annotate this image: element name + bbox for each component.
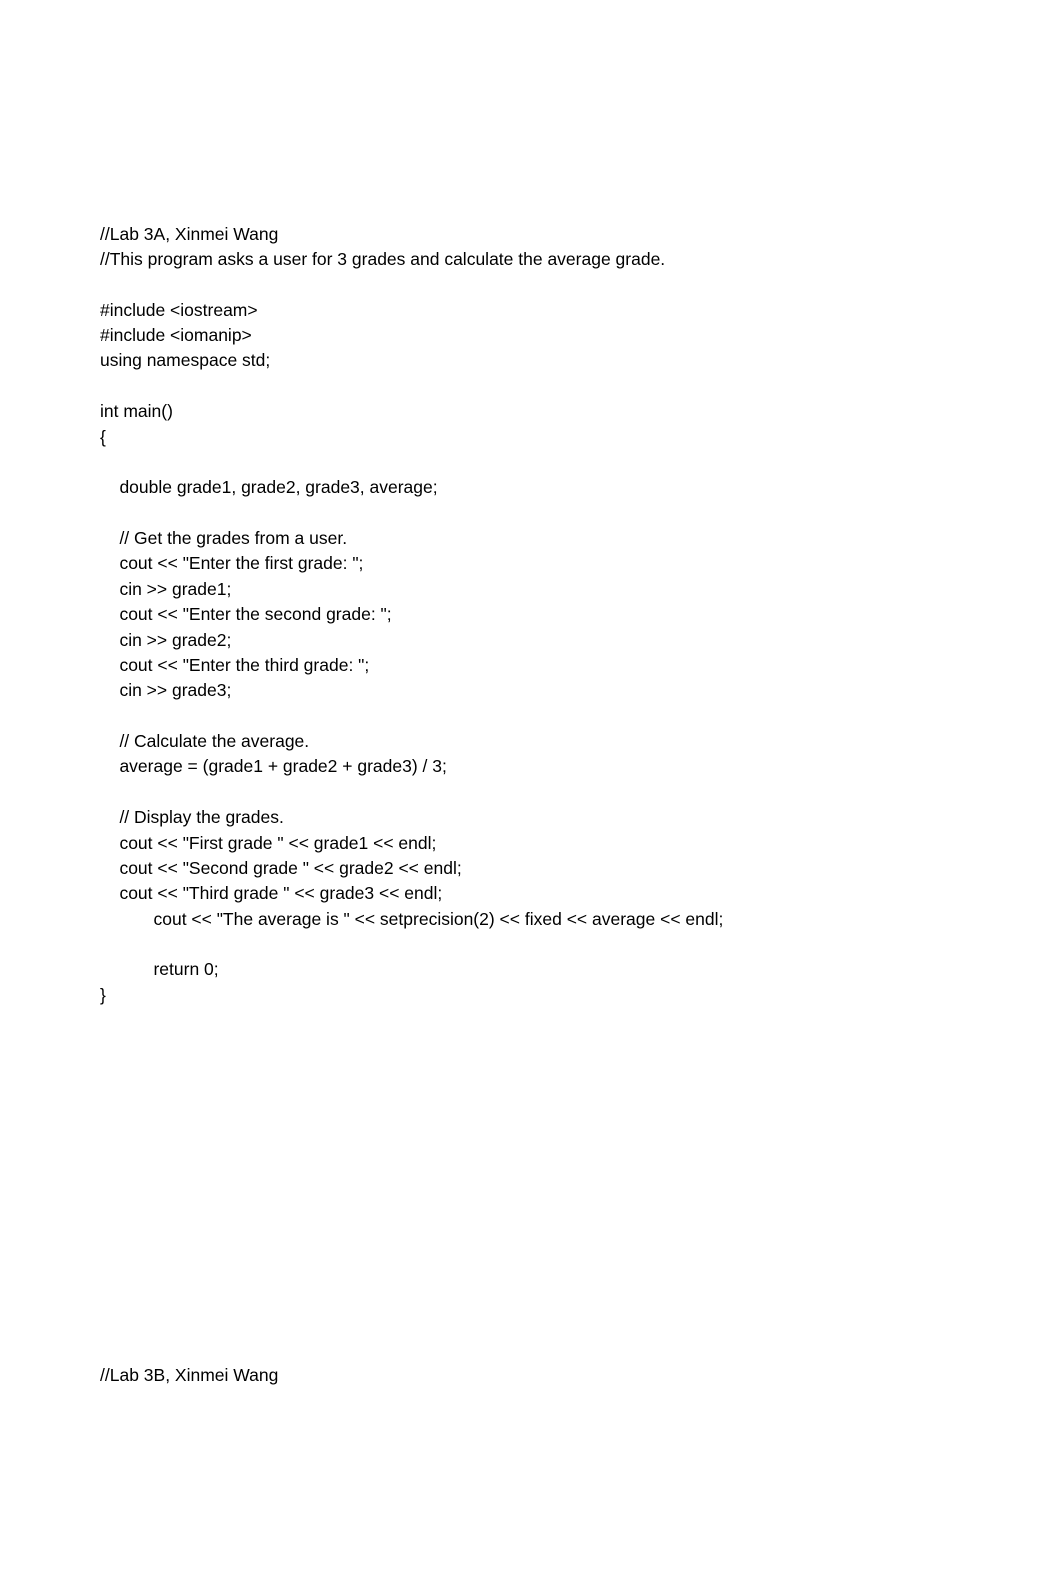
- code-line: [100, 501, 1062, 526]
- code-line: //Lab 3B, Xinmei Wang: [100, 1363, 1062, 1388]
- code-line: cout << "Enter the first grade: ";: [100, 551, 1062, 576]
- code-line: [100, 1338, 1062, 1363]
- code-line: //This program asks a user for 3 grades …: [100, 247, 1062, 272]
- code-line: [100, 1160, 1062, 1185]
- code-line: cout << "Enter the third grade: ";: [100, 653, 1062, 678]
- code-line: [100, 932, 1062, 957]
- code-line: [100, 1059, 1062, 1084]
- code-line: [100, 1110, 1062, 1135]
- code-line: cout << "The average is " << setprecisio…: [100, 907, 1062, 932]
- code-line: [100, 450, 1062, 475]
- code-line: cout << "Third grade " << grade3 << endl…: [100, 881, 1062, 906]
- code-line: [100, 780, 1062, 805]
- code-line: [100, 1211, 1062, 1236]
- code-line: }: [100, 983, 1062, 1008]
- code-line: cout << "First grade " << grade1 << endl…: [100, 831, 1062, 856]
- code-line: #include <iostream>: [100, 298, 1062, 323]
- code-line: int main(): [100, 399, 1062, 424]
- code-line: [100, 1008, 1062, 1033]
- code-line: return 0;: [100, 957, 1062, 982]
- code-line: [100, 1237, 1062, 1262]
- code-line: [100, 1313, 1062, 1338]
- code-line: average = (grade1 + grade2 + grade3) / 3…: [100, 754, 1062, 779]
- code-line: cin >> grade3;: [100, 678, 1062, 703]
- code-line: //Lab 3A, Xinmei Wang: [100, 222, 1062, 247]
- code-line: [100, 1084, 1062, 1109]
- code-line: // Calculate the average.: [100, 729, 1062, 754]
- code-line: cin >> grade2;: [100, 628, 1062, 653]
- code-line: [100, 1034, 1062, 1059]
- code-line: cout << "Second grade " << grade2 << end…: [100, 856, 1062, 881]
- code-line: [100, 704, 1062, 729]
- code-line: [100, 374, 1062, 399]
- code-line: [100, 1186, 1062, 1211]
- code-line: // Display the grades.: [100, 805, 1062, 830]
- code-line: #include <iomanip>: [100, 323, 1062, 348]
- code-document: //Lab 3A, Xinmei Wang//This program asks…: [100, 222, 1062, 1389]
- code-line: {: [100, 425, 1062, 450]
- code-line: // Get the grades from a user.: [100, 526, 1062, 551]
- code-line: cout << "Enter the second grade: ";: [100, 602, 1062, 627]
- code-line: [100, 1135, 1062, 1160]
- code-line: [100, 272, 1062, 297]
- code-line: [100, 1262, 1062, 1287]
- code-line: [100, 1287, 1062, 1312]
- code-line: double grade1, grade2, grade3, average;: [100, 475, 1062, 500]
- code-line: cin >> grade1;: [100, 577, 1062, 602]
- code-line: using namespace std;: [100, 348, 1062, 373]
